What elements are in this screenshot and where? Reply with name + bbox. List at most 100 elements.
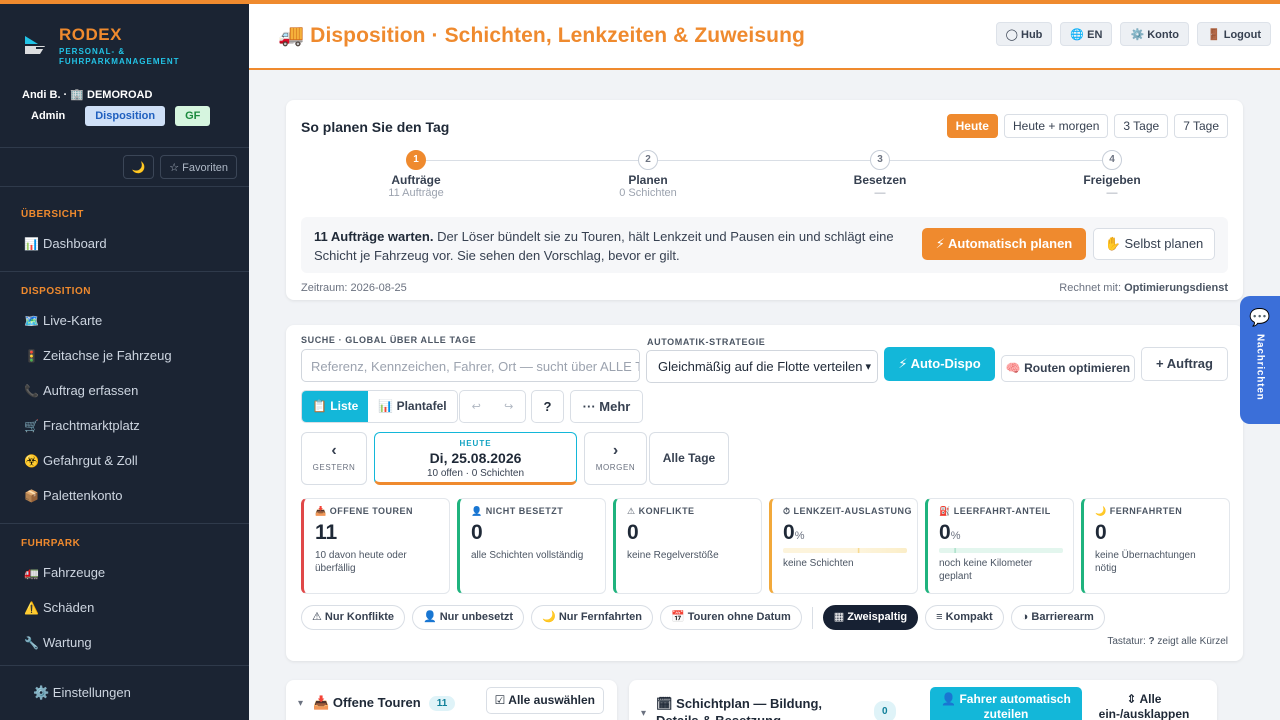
- step-besetzen[interactable]: 3 Besetzen —: [805, 150, 955, 199]
- kpi-unit: %: [794, 530, 805, 542]
- language-button[interactable]: 🌐 EN: [1060, 22, 1113, 46]
- sidebar-item-zeitachse[interactable]: 🚦 Zeitachse je Fahrzeug: [0, 338, 249, 373]
- cart-icon: 🛒: [24, 418, 39, 433]
- sidebar-item-auftrag-erfassen[interactable]: 📞 Auftrag erfassen: [0, 373, 249, 408]
- current-day-display[interactable]: HEUTE Di, 25.08.2026 10 offen · 0 Schich…: [374, 432, 577, 485]
- solver-label: Rechnet mit:: [1059, 282, 1125, 294]
- keyboard-hint-post: zeigt alle Kürzel: [1154, 636, 1228, 647]
- sidebar-item-live-karte[interactable]: 🗺️ Live-Karte: [0, 303, 249, 338]
- view-list-button[interactable]: 📋 Liste: [302, 391, 369, 422]
- filter-long-haul-chip[interactable]: 🌙 Nur Fernfahrten: [531, 605, 653, 630]
- strategy-value: Gleichmäßig auf die Flotte verteilen: [658, 359, 863, 374]
- step-number: 2: [638, 150, 658, 170]
- redo-icon[interactable]: ↪: [504, 400, 513, 413]
- messages-label: Nachrichten: [1254, 334, 1266, 401]
- auto-dispo-button[interactable]: ⚡ Auto-Dispo: [884, 347, 995, 381]
- step-connector: [416, 160, 1113, 161]
- page-title: 🚚 Disposition · Schichten, Lenkzeiten & …: [278, 24, 805, 47]
- self-plan-button[interactable]: ✋ Selbst planen: [1093, 228, 1215, 260]
- role-admin[interactable]: Admin: [22, 106, 75, 126]
- undo-icon[interactable]: ↩: [472, 400, 481, 413]
- search-input[interactable]: Referenz, Kennzeichen, Fahrer, Ort — suc…: [301, 349, 640, 382]
- kpi-desc: keine Regelverstöße: [627, 550, 719, 561]
- sidebar-item-label: Auftrag erfassen: [43, 383, 139, 398]
- zeitraum-text: Zeitraum: 2026-08-25: [301, 282, 407, 294]
- shift-plan-header[interactable]: ▾ 🗓 Schichtplan — Bildung, Details & Bes…: [641, 695, 921, 720]
- kpi-long-haul[interactable]: 🌙 FERNFAHRTEN 0 keine Übernachtungen nöt…: [1081, 498, 1230, 594]
- range-today-tomorrow-button[interactable]: Heute + morgen: [1003, 114, 1109, 138]
- step-freigeben[interactable]: 4 Freigeben —: [1037, 150, 1187, 199]
- strategy-select[interactable]: Gleichmäßig auf die Flotte verteilen ▾: [646, 350, 878, 383]
- kpi-conflicts[interactable]: ⚠ KONFLIKTE 0 keine Regelverstöße: [613, 498, 762, 594]
- kpi-number: 11: [315, 521, 338, 544]
- chevron-left-icon: ‹: [331, 442, 337, 459]
- range-3-days-button[interactable]: 3 Tage: [1114, 114, 1169, 138]
- view-board-button[interactable]: 📊 Plantafel: [368, 391, 456, 422]
- select-all-button[interactable]: ☑ Alle auswählen: [485, 687, 604, 714]
- kpi-driving-time[interactable]: ⏱ LENKZEIT-AUSLASTUNG 0% keine Schichten: [769, 498, 918, 594]
- optimize-routes-button[interactable]: 🧠 Routen optimieren: [1001, 355, 1135, 382]
- kpi-unassigned[interactable]: 👤 NICHT BESETZT 0 alle Schichten vollstä…: [457, 498, 606, 594]
- more-button[interactable]: ··· Mehr: [570, 390, 643, 423]
- brand: RODEX PERSONAL- & FUHRPARKMANAGEMENT: [0, 4, 249, 88]
- messages-tab[interactable]: 💬 Nachrichten: [1240, 296, 1280, 424]
- step-sub: —: [874, 187, 886, 199]
- kpi-value: 0: [627, 521, 761, 545]
- auto-plan-button[interactable]: ⚡ Automatisch planen: [922, 228, 1086, 260]
- compact-toggle[interactable]: ≡ Kompakt: [925, 605, 1004, 630]
- kpi-desc: noch keine Kilometer geplant: [939, 558, 1033, 582]
- step-sub: —: [1106, 187, 1118, 199]
- next-day-button[interactable]: › MORGEN: [584, 432, 647, 485]
- accessible-toggle[interactable]: ◑ Barrierearm: [1010, 605, 1105, 630]
- step-planen[interactable]: 2 Planen 0 Schichten: [573, 150, 723, 199]
- account-button[interactable]: ⚙️ Konto: [1120, 22, 1189, 46]
- kpi-empty-runs[interactable]: ⛽ LEERFAHRT-ANTEIL 0% noch keine Kilomet…: [925, 498, 1074, 594]
- auto-assign-drivers-button[interactable]: 👤 Fahrer automatisch zuteilen: [930, 687, 1082, 720]
- sidebar-item-wartung[interactable]: 🔧 Wartung: [0, 625, 249, 660]
- top-actions: ◯ Hub 🌐 EN ⚙️ Konto 🚪 Logout: [995, 22, 1271, 46]
- view-toggle: 📋 Liste 📊 Plantafel: [301, 390, 458, 423]
- range-today-button[interactable]: Heute: [946, 114, 998, 138]
- add-order-button[interactable]: + Auftrag: [1141, 347, 1228, 381]
- open-tours-panel: ▾ 📥 Offene Touren 11 ☑ Alle auswählen: [286, 680, 617, 720]
- sidebar-item-fahrzeuge[interactable]: 🚛 Fahrzeuge: [0, 555, 249, 590]
- two-column-toggle[interactable]: ▦ Zweispaltig: [822, 605, 919, 630]
- kpi-open-tours[interactable]: 📥 OFFENE TOUREN 11 10 davon heute oder ü…: [301, 498, 450, 594]
- sidebar-item-label: Palettenkonto: [43, 488, 123, 503]
- role-gf[interactable]: GF: [175, 106, 211, 126]
- theme-toggle-button[interactable]: 🌙: [122, 155, 155, 179]
- open-tours-header[interactable]: ▾ 📥 Offene Touren 11: [298, 695, 456, 711]
- strategy-label: AUTOMATIK-STRATEGIE: [647, 337, 766, 347]
- step-auftraege[interactable]: 1 Aufträge 11 Aufträge: [341, 150, 491, 199]
- notice-text: 11 Aufträge warten. Der Löser bündelt si…: [314, 227, 904, 265]
- help-button[interactable]: ?: [531, 390, 564, 423]
- kpi-value: 0: [471, 521, 605, 545]
- shift-plan-title: 🗓 Schichtplan — Bildung, Details & Beset…: [656, 696, 823, 720]
- filter-no-date-chip[interactable]: 📅 Touren ohne Datum: [659, 605, 802, 630]
- sidebar-item-label: Live-Karte: [43, 313, 103, 328]
- logout-button[interactable]: 🚪 Logout: [1196, 22, 1271, 46]
- sidebar-item-frachtmarktplatz[interactable]: 🛒 Frachtmarktplatz: [0, 408, 249, 443]
- sidebar-item-palettenkonto[interactable]: 📦 Palettenkonto: [0, 478, 249, 513]
- sidebar-item-gefahrgut[interactable]: ☣️ Gefahrgut & Zoll: [0, 443, 249, 478]
- sidebar-item-schaeden[interactable]: ⚠️ Schäden: [0, 590, 249, 625]
- today-summary: 10 offen · 0 Schichten: [426, 468, 525, 479]
- filter-unassigned-chip[interactable]: 👤 Nur unbesetzt: [411, 605, 525, 630]
- prev-day-button[interactable]: ‹ GESTERN: [301, 432, 367, 485]
- sidebar-item-einstellungen[interactable]: ⚙️ Einstellungen: [0, 665, 249, 720]
- sidebar-tools: 🌙 ☆ Favoriten: [0, 148, 249, 186]
- keyboard-hint-pre: Tastatur:: [1107, 636, 1149, 647]
- solver-value: Optimierungsdienst: [1124, 282, 1228, 294]
- kpi-row: 📥 OFFENE TOUREN 11 10 davon heute oder ü…: [301, 498, 1230, 594]
- range-7-days-button[interactable]: 7 Tage: [1174, 114, 1228, 138]
- sidebar-item-label: Schäden: [43, 600, 95, 615]
- hub-button[interactable]: ◯ Hub: [995, 22, 1053, 46]
- filter-conflicts-chip[interactable]: ⚠ Nur Konflikte: [301, 605, 405, 630]
- expand-collapse-all-button[interactable]: ⇕ Alle ein-/ausklappen: [1089, 687, 1199, 720]
- role-disposition[interactable]: Disposition: [85, 106, 166, 126]
- top-bar: 🚚 Disposition · Schichten, Lenkzeiten & …: [249, 0, 1280, 70]
- favorites-button[interactable]: ☆ Favoriten: [160, 155, 237, 179]
- all-days-button[interactable]: Alle Tage: [649, 432, 729, 485]
- kpi-desc: keine Schichten: [783, 558, 854, 569]
- sidebar-item-dashboard[interactable]: 📊 Dashboard: [0, 226, 249, 261]
